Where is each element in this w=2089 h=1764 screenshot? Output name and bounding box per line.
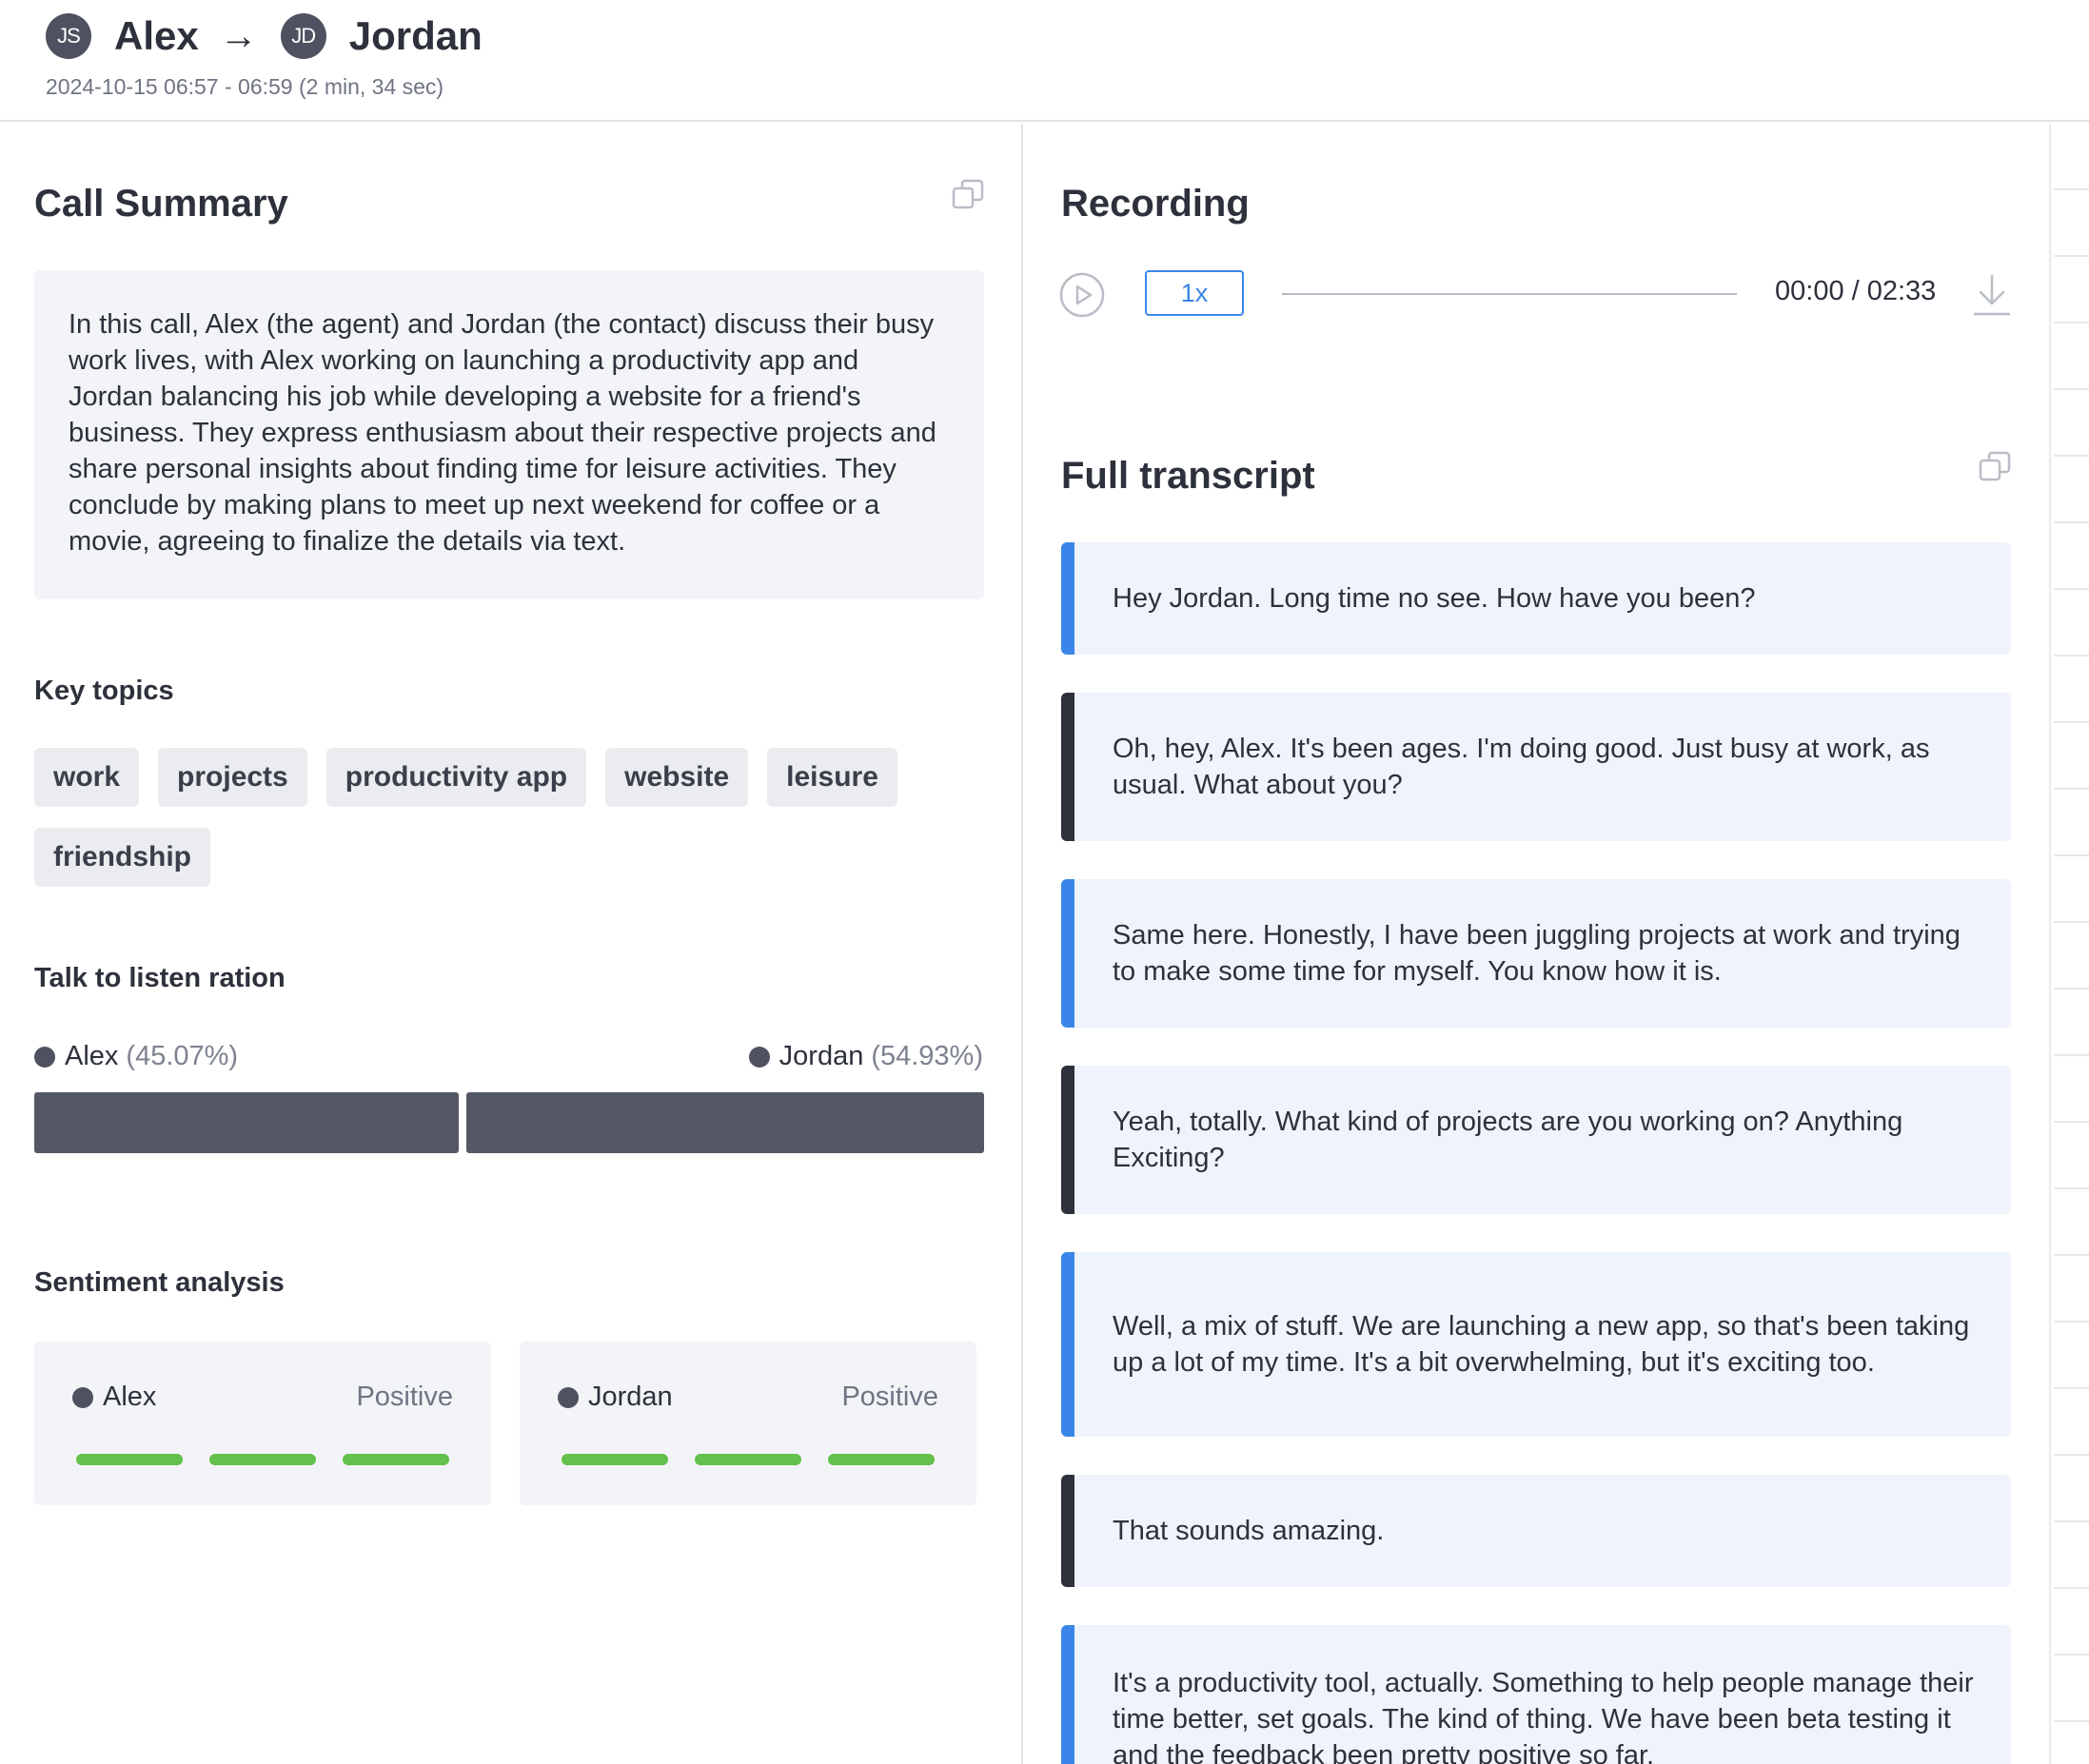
transcript-title: Full transcript [1061, 455, 1315, 497]
agent-dot-icon [34, 1046, 55, 1068]
contact-sentiment-card: Jordan Positive [520, 1342, 976, 1505]
topic-chip[interactable]: website [605, 748, 749, 807]
contact-dot-icon [558, 1386, 579, 1408]
agent-name: Alex [114, 13, 199, 58]
sentiment-meter-bar [562, 1454, 668, 1465]
key-topics-title: Key topics [34, 676, 174, 706]
transcript-message-contact: Oh, hey, Alex. It's been ages. I'm doing… [1061, 693, 2011, 841]
contact-ratio-pct: (54.93%) [871, 1041, 983, 1071]
topic-chip[interactable]: work [34, 748, 140, 807]
call-title: JS Alex → JD Jordan [46, 11, 483, 61]
agent-sentiment-value: Positive [356, 1382, 453, 1412]
agent-sentiment-card: Alex Positive [34, 1342, 491, 1505]
agent-ratio-pct: (45.07%) [126, 1041, 239, 1071]
download-icon[interactable] [1971, 272, 2013, 318]
panel-divider [2049, 124, 2051, 1764]
agent-ratio-segment [34, 1092, 459, 1153]
recording-panel: Recording 1x 00:00 / 02:33 Full transcri… [1025, 124, 2051, 1764]
talk-ratio-title: Talk to listen ration [34, 963, 286, 993]
topic-chip[interactable]: leisure [767, 748, 897, 807]
play-icon[interactable] [1059, 272, 1105, 318]
contact-dot-icon [748, 1046, 770, 1068]
copy-icon[interactable] [1979, 451, 2011, 483]
topic-chip[interactable]: friendship [34, 828, 211, 887]
contact-ratio-name: Jordan [778, 1041, 864, 1071]
call-datetime: 2024-10-15 06:57 - 06:59 (2 min, 34 sec) [46, 74, 444, 99]
transcript-message-contact: That sounds amazing. [1061, 1475, 2011, 1587]
agent-avatar: JS [46, 13, 91, 59]
contact-sentiment-name: Jordan [558, 1382, 673, 1413]
sentiment-meter-bar [343, 1454, 449, 1465]
agent-sentiment-label: Alex [103, 1382, 157, 1412]
agent-ratio-label: Alex (45.07%) [34, 1041, 238, 1072]
playback-time: 00:00 / 02:33 [1775, 276, 1937, 306]
transcript-message-agent: Well, a mix of stuff. We are launching a… [1061, 1252, 2011, 1437]
summary-title: Call Summary [34, 183, 288, 225]
transcript-message-agent: Hey Jordan. Long time no see. How have y… [1061, 542, 2011, 655]
agent-sentiment-name: Alex [72, 1382, 156, 1413]
call-header: JS Alex → JD Jordan 2024-10-15 06:57 - 0… [0, 0, 2089, 122]
sentiment-meter-bar [828, 1454, 935, 1465]
copy-icon[interactable] [952, 179, 984, 211]
timeline-ruler [2054, 124, 2089, 1764]
transcript-message-agent: It's a productivity tool, actually. Some… [1061, 1625, 2011, 1764]
contact-name: Jordan [348, 13, 483, 58]
contact-ratio-segment [466, 1092, 984, 1153]
contact-sentiment-label: Jordan [588, 1382, 673, 1412]
sentiment-meter-bar [695, 1454, 801, 1465]
playback-scrubber[interactable] [1282, 293, 1737, 295]
arrow-right-icon: → [219, 14, 258, 57]
transcript-message-agent: Same here. Honestly, I have been jugglin… [1061, 879, 2011, 1028]
sentiment-meter-bar [209, 1454, 316, 1465]
sentiment-meter-bar [76, 1454, 183, 1465]
agent-dot-icon [72, 1386, 93, 1408]
recording-title: Recording [1061, 183, 1250, 225]
summary-panel: Call Summary In this call, Alex (the age… [0, 124, 1023, 1764]
topic-chip[interactable]: projects [158, 748, 307, 807]
playback-speed-button[interactable]: 1x [1145, 270, 1244, 316]
audio-player: 1x 00:00 / 02:33 [1059, 270, 2011, 327]
talk-ratio-bar [34, 1092, 984, 1153]
contact-avatar: JD [280, 13, 326, 59]
call-detail-page: JS Alex → JD Jordan 2024-10-15 06:57 - 0… [0, 0, 2089, 1764]
transcript-message-contact: Yeah, totally. What kind of projects are… [1061, 1066, 2011, 1214]
topic-chip[interactable]: productivity app [325, 748, 587, 807]
contact-ratio-label: Jordan (54.93%) [748, 1041, 983, 1072]
sentiment-title: Sentiment analysis [34, 1267, 285, 1298]
summary-text: In this call, Alex (the agent) and Jorda… [34, 270, 984, 599]
key-topics-list: work projects productivity app website l… [34, 748, 986, 887]
agent-ratio-name: Alex [65, 1041, 119, 1071]
contact-sentiment-value: Positive [841, 1382, 938, 1412]
